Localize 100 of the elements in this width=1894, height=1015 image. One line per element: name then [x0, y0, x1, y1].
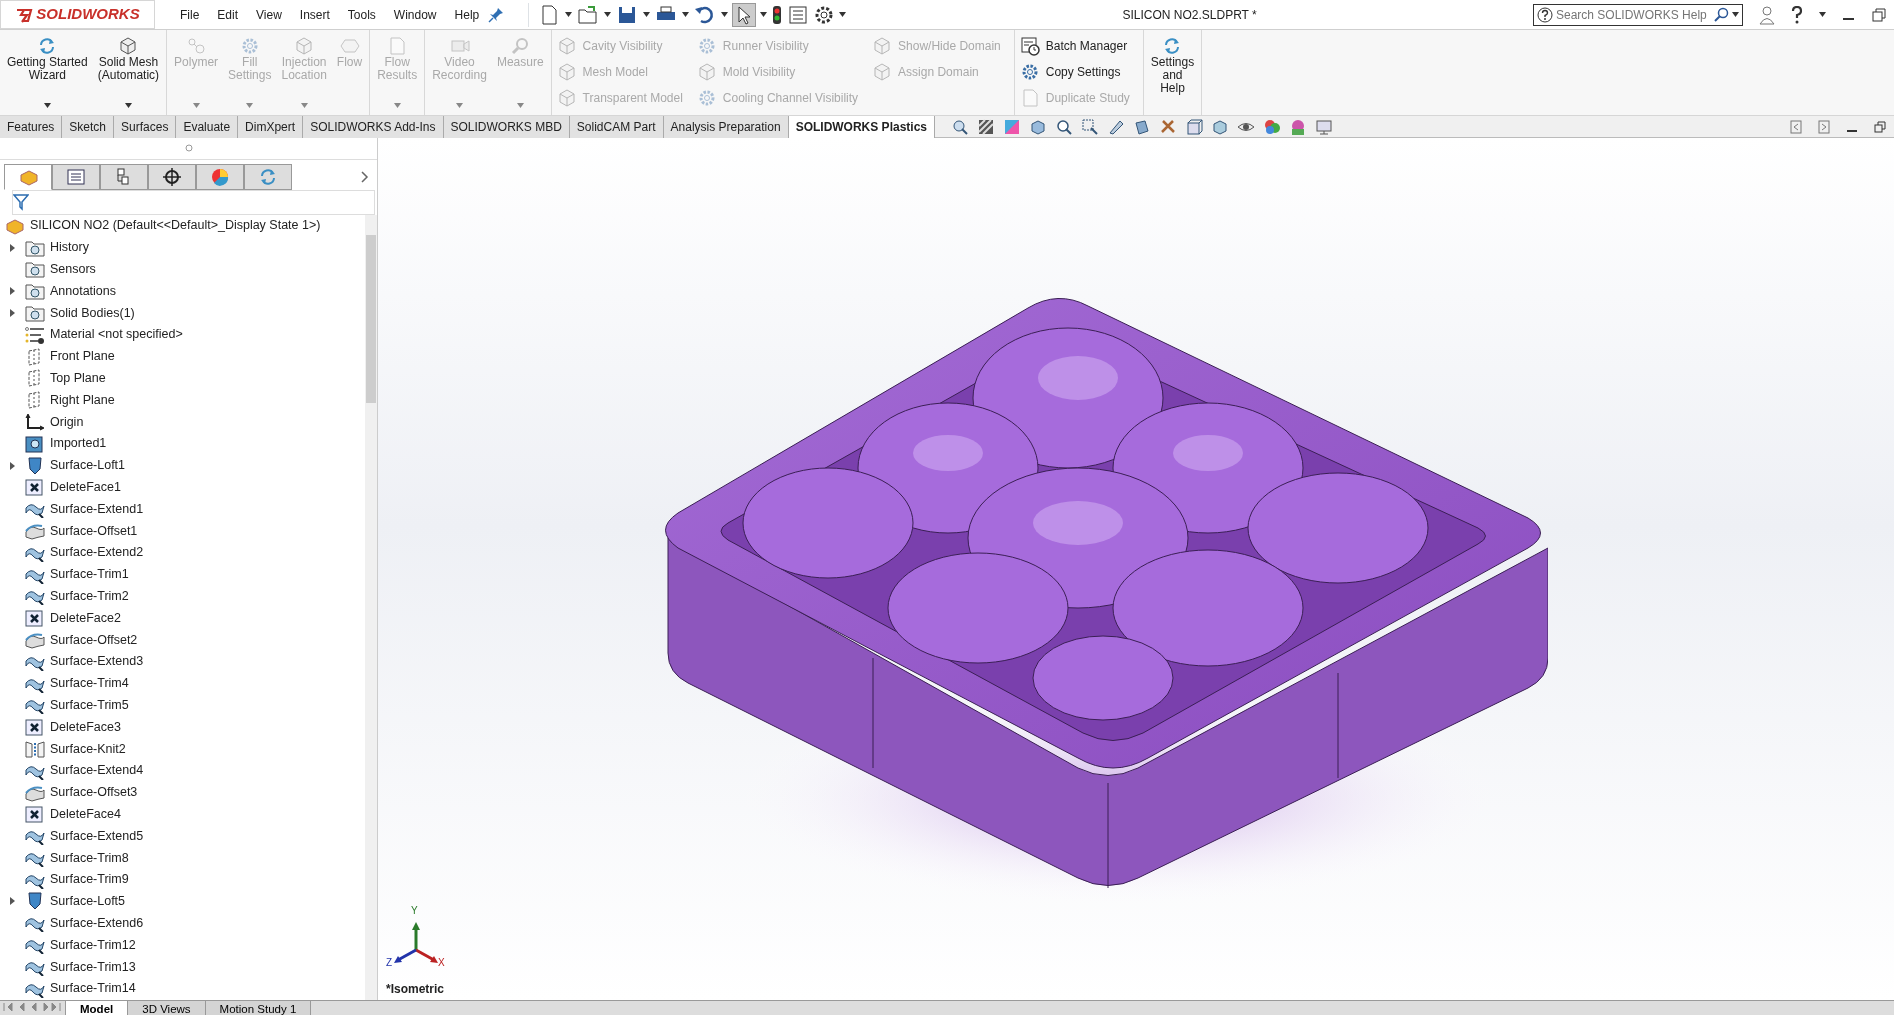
command-tab[interactable]: Features — [0, 115, 63, 138]
zoom-fit-icon[interactable] — [951, 117, 969, 136]
caret-icon[interactable] — [643, 12, 651, 17]
panel-tab[interactable] — [148, 163, 196, 190]
zoom-area-icon[interactable] — [1081, 117, 1099, 136]
tree-item[interactable]: Origin — [50, 412, 84, 432]
menu-item[interactable]: Window — [384, 3, 446, 26]
select-button[interactable] — [732, 2, 757, 27]
tree-item[interactable]: Surface-Offset1 — [50, 521, 138, 541]
tree-item[interactable]: Surface-Trim5 — [50, 695, 129, 715]
pin-icon[interactable] — [488, 6, 505, 23]
expand-arrow-icon[interactable] — [9, 461, 15, 470]
tree-item[interactable]: Surface-Offset3 — [50, 783, 138, 802]
command-tab[interactable]: DimXpert — [238, 115, 304, 138]
menu-item[interactable]: Edit — [208, 3, 248, 26]
tree-item[interactable]: Surface-Trim1 — [50, 565, 129, 584]
menu-item[interactable]: Tools — [338, 3, 385, 26]
tree-item[interactable]: Surface-Trim8 — [50, 848, 129, 868]
tree-item[interactable]: Surface-Loft5 — [50, 892, 126, 911]
scene-icon[interactable] — [1289, 117, 1307, 136]
expand-arrow-icon[interactable] — [9, 287, 15, 296]
command-tab[interactable]: Evaluate — [176, 115, 239, 138]
search-field[interactable]: Search SOLIDWORKS Help — [1533, 3, 1743, 26]
tree-item[interactable]: Surface-Extend3 — [50, 652, 144, 672]
caret-icon[interactable] — [43, 103, 51, 108]
hatched-square-icon[interactable] — [977, 117, 995, 136]
tree-item[interactable]: Surface-Knit2 — [50, 739, 126, 759]
tab-scroll-arrows-icon[interactable] — [0, 1001, 64, 1013]
gradient-square-icon[interactable] — [1003, 117, 1021, 136]
tree-item[interactable]: Surface-Extend1 — [50, 499, 144, 519]
tree-item[interactable]: DeleteFace2 — [50, 608, 121, 628]
command-tab[interactable]: Surfaces — [114, 115, 177, 138]
tree-item[interactable]: Surface-Extend6 — [50, 913, 144, 933]
traffic-light-icon[interactable] — [771, 3, 784, 26]
caret-icon[interactable] — [839, 12, 847, 17]
user-icon[interactable] — [1759, 4, 1775, 25]
expand-arrow-icon[interactable] — [9, 243, 15, 252]
tree-item[interactable]: Annotations — [50, 281, 117, 301]
tree-item[interactable]: Surface-Loft1 — [50, 456, 126, 475]
tree-item[interactable]: Front Plane — [50, 347, 115, 366]
caret-icon[interactable] — [1732, 11, 1739, 17]
tree-item[interactable]: DeleteFace4 — [50, 804, 121, 824]
tree-item[interactable]: History — [50, 238, 89, 257]
collapse-right-icon[interactable] — [1818, 119, 1830, 134]
menu-item[interactable]: Help — [445, 3, 489, 26]
tree-item[interactable]: Solid Bodies(1) — [50, 303, 135, 323]
restore-icon[interactable] — [1872, 7, 1886, 22]
balls-icon[interactable] — [1263, 117, 1281, 136]
bottom-tab[interactable]: Motion Study 1 — [205, 1001, 312, 1015]
caret-icon[interactable] — [760, 12, 768, 17]
tree-root[interactable]: SILICON NO2 (Default<<Default>_Display State 1>) — [30, 216, 321, 236]
tree-item[interactable]: Surface-Trim2 — [50, 586, 129, 606]
tree-item[interactable]: Material <not specified> — [50, 325, 183, 345]
tree-item[interactable]: Surface-Extend5 — [50, 826, 144, 846]
expand-arrow-icon[interactable] — [9, 308, 15, 317]
collapse-left-icon[interactable] — [1790, 119, 1802, 134]
menu-item[interactable]: File — [171, 3, 209, 26]
command-tab[interactable]: Sketch — [62, 115, 115, 138]
ribbon-button[interactable]: Solid Mesh (Automatic) — [93, 34, 164, 110]
tree-item[interactable]: Surface-Offset2 — [50, 630, 138, 650]
tree-item[interactable]: Surface-Extend4 — [50, 761, 144, 781]
command-tab[interactable]: SOLIDWORKS Plastics — [788, 115, 935, 138]
tree-item[interactable]: Surface-Trim12 — [50, 935, 136, 955]
zoom-icon[interactable] — [1055, 117, 1073, 136]
ribbon-button[interactable]: Copy Settings — [1017, 60, 1132, 84]
command-tab[interactable]: SOLIDWORKS Add-Ins — [303, 115, 444, 138]
expand-arrow-icon[interactable] — [9, 897, 15, 906]
tree-item[interactable]: Surface-Trim4 — [50, 674, 129, 693]
box-icon[interactable] — [1185, 117, 1203, 136]
tree-item[interactable]: Surface-Trim14 — [50, 979, 136, 999]
tree-item[interactable]: DeleteFace3 — [50, 717, 121, 737]
filter-icon[interactable] — [13, 193, 29, 212]
bottom-tab[interactable]: Model — [66, 1001, 129, 1015]
tree-item[interactable]: Top Plane — [50, 369, 106, 388]
menu-item[interactable]: Insert — [290, 3, 339, 26]
ribbon-button[interactable]: Batch Manager — [1017, 34, 1132, 58]
tree-item[interactable]: Sensors — [50, 260, 96, 279]
scrollbar[interactable] — [365, 214, 377, 1000]
menu-item[interactable]: View — [247, 3, 291, 26]
caret-icon[interactable] — [721, 12, 729, 17]
caret-icon[interactable] — [604, 12, 612, 17]
caret-icon[interactable] — [565, 12, 573, 17]
caret-icon[interactable] — [682, 12, 690, 17]
caret-icon[interactable] — [1819, 12, 1826, 17]
search-icon[interactable] — [1713, 6, 1729, 23]
ribbon-button[interactable]: Settings and Help — [1146, 34, 1199, 110]
ribbon-button[interactable]: Getting Started Wizard — [3, 34, 92, 110]
tree-item[interactable]: Surface-Trim9 — [50, 870, 129, 890]
tree-item[interactable]: Right Plane — [50, 390, 115, 410]
tree-item[interactable]: Surface-Extend2 — [50, 543, 144, 563]
tree-item[interactable]: DeleteFace1 — [50, 477, 121, 497]
section-icon[interactable] — [1133, 117, 1151, 136]
splitter-handle-icon[interactable] — [184, 144, 193, 153]
caret-icon[interactable] — [124, 103, 132, 108]
restore-icon[interactable] — [1874, 120, 1886, 133]
bottom-tab[interactable]: 3D Views — [128, 1001, 206, 1015]
tree-item[interactable]: Surface-Trim13 — [50, 957, 136, 977]
help-icon[interactable] — [1791, 5, 1803, 24]
chevron-right-icon[interactable] — [361, 170, 369, 183]
tree-item[interactable]: Imported1 — [50, 434, 107, 454]
